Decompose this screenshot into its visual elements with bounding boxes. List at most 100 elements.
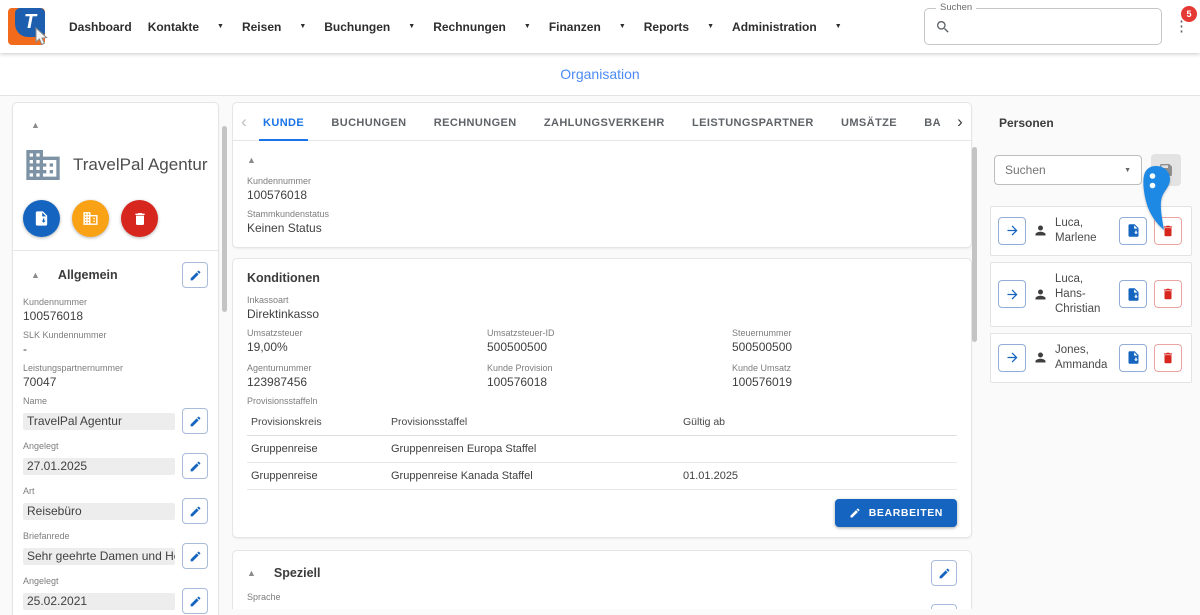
angelegt-input[interactable]: 27.01.2025 (23, 457, 175, 475)
chevron-down-icon[interactable]: ▼ (835, 23, 842, 30)
section-title-allgemein: Allgemein (57, 268, 118, 282)
personen-panel: Personen Suchen ▼ Luca, Marlene Luca, Ha… (985, 102, 1197, 615)
overflow-menu[interactable]: ⋮ 5 (1162, 0, 1200, 53)
organisation-name: TravelPal Agentur (73, 155, 208, 174)
person-row[interactable]: Luca, Hans-Christian (990, 261, 1192, 327)
person-row[interactable]: Jones, Ammanda (990, 332, 1192, 383)
column-header: Gültig ab (679, 409, 957, 436)
collapse-panel-icon[interactable]: ▲ (31, 120, 40, 130)
field-value: 100576018 (487, 375, 548, 389)
organisation-sidebar: ▲ TravelPal Agentur ▲ Allgemein Kundennu… (12, 102, 228, 615)
edit-art-button[interactable] (182, 498, 208, 524)
pencil-icon (190, 551, 200, 561)
person-document-button[interactable] (1119, 343, 1147, 372)
table-cell (679, 435, 957, 463)
edit-angelegt2-button[interactable] (182, 588, 208, 614)
chevron-down-icon[interactable]: ▼ (299, 23, 306, 30)
field-label: Angelegt (23, 441, 59, 451)
delete-person-button[interactable] (1154, 343, 1182, 372)
global-search-box[interactable]: Suchen (924, 2, 1162, 45)
menu-reisen[interactable]: Reisen (242, 20, 281, 34)
tab-umsaetze[interactable]: UMSÄTZE (833, 103, 905, 141)
angelegt2-input[interactable]: 25.02.2021 (23, 592, 175, 610)
menu-dashboard[interactable]: Dashboard (69, 20, 132, 34)
bearbeiten-button[interactable]: BEARBEITEN (834, 499, 957, 527)
field-label: Angelegt (23, 576, 59, 586)
open-person-button[interactable] (998, 343, 1026, 372)
field-value: 100576018 (247, 188, 308, 202)
tab-kunde[interactable]: KUNDE (255, 103, 312, 141)
field-label: Art (23, 486, 35, 496)
field-briefanrede: Briefanrede Sehr geehrte Damen und Herre… (13, 531, 218, 569)
field-value: 19,00% (247, 340, 288, 354)
tab-leistungspartner[interactable]: LEISTUNGSPARTNER (684, 103, 822, 141)
menu-kontakte[interactable]: Kontakte (148, 20, 199, 34)
arrow-right-icon (1007, 225, 1017, 236)
edit-briefanrede-button[interactable] (182, 543, 208, 569)
briefanrede-input[interactable]: Sehr geehrte Damen und Herren (23, 547, 175, 565)
chevron-down-icon: ▼ (1124, 166, 1131, 174)
main-menu: Dashboard Kontakte ▼ Reisen ▼ Buchungen … (61, 20, 852, 34)
chevron-down-icon[interactable]: ▼ (707, 23, 714, 30)
search-input[interactable] (951, 11, 1161, 42)
tab-ba-truncated[interactable]: BA (916, 103, 949, 141)
table-cell: Gruppenreise (247, 435, 387, 463)
delete-person-button[interactable] (1154, 280, 1182, 309)
table-header-row: Provisionskreis Provisionsstaffel Gültig… (247, 409, 957, 436)
table-cell: Gruppenreisen Europa Staffel (387, 435, 679, 463)
pencil-icon (190, 416, 200, 426)
new-document-button[interactable] (23, 200, 60, 237)
sprache-input[interactable]: de (247, 608, 924, 609)
menu-reports[interactable]: Reports (644, 20, 689, 34)
menu-administration[interactable]: Administration (732, 20, 817, 34)
page-title: Organisation (560, 66, 640, 82)
menu-buchungen[interactable]: Buchungen (324, 20, 390, 34)
edit-sprache-button[interactable] (931, 604, 957, 609)
person-name: Luca, Marlene (1055, 217, 1097, 244)
chevron-down-icon[interactable]: ▼ (217, 23, 224, 30)
delete-organisation-button[interactable] (121, 200, 158, 237)
organisation-button[interactable] (72, 200, 109, 237)
personen-search-placeholder: Suchen (1005, 163, 1046, 177)
document-icon (1128, 351, 1138, 364)
collapse-section-icon[interactable]: ▲ (31, 270, 40, 280)
field-kunde-umsatz: Kunde Umsatz 100576019 (732, 363, 957, 389)
main-scrollbar[interactable] (972, 147, 977, 342)
collapse-section-icon[interactable]: ▲ (247, 155, 256, 165)
sidebar-scrollbar[interactable] (222, 126, 227, 312)
field-steuernummer: Steuernummer 500500500 (732, 328, 957, 354)
edit-name-button[interactable] (182, 408, 208, 434)
provisionsstaffeln-label: Provisionsstaffeln (247, 396, 318, 406)
chevron-down-icon[interactable]: ▼ (619, 23, 626, 30)
field-value: 100576018 (23, 309, 84, 323)
menu-rechnungen[interactable]: Rechnungen (433, 20, 506, 34)
field-label: Name (23, 396, 48, 406)
chevron-down-icon[interactable]: ▼ (408, 23, 415, 30)
table-row[interactable]: Gruppenreise Gruppenreisen Europa Staffe… (247, 435, 957, 463)
field-slk-kundennummer: SLK Kundennummer - (13, 330, 218, 356)
field-label: Umsatzsteuer-ID (487, 328, 555, 338)
field-label: Inkassoart (247, 295, 289, 305)
edit-speziell-button[interactable] (931, 560, 957, 586)
top-navbar: T Dashboard Kontakte ▼ Reisen ▼ Buchunge… (0, 0, 1200, 53)
person-name: Luca, Hans-Christian (1055, 272, 1101, 315)
person-document-button[interactable] (1119, 280, 1147, 309)
menu-finanzen[interactable]: Finanzen (549, 20, 601, 34)
tab-rechnungen[interactable]: RECHNUNGEN (426, 103, 525, 141)
tab-scroll-left-icon[interactable]: ‹ (233, 103, 255, 141)
tab-scroll-right-icon[interactable]: › (949, 103, 971, 141)
personen-search-select[interactable]: Suchen ▼ (994, 155, 1142, 185)
table-row[interactable]: Gruppenreise Gruppenreise Kanada Staffel… (247, 462, 957, 490)
chevron-down-icon[interactable]: ▼ (524, 23, 531, 30)
open-person-button[interactable] (998, 280, 1026, 309)
field-value: 100576019 (732, 375, 793, 389)
tab-buchungen[interactable]: BUCHUNGEN (323, 103, 414, 141)
provisionsstaffeln-table: Provisionskreis Provisionsstaffel Gültig… (247, 409, 957, 490)
edit-angelegt-button[interactable] (182, 453, 208, 479)
collapse-section-icon[interactable]: ▲ (247, 568, 256, 578)
open-person-button[interactable] (998, 216, 1026, 245)
art-input[interactable]: Reisebüro (23, 502, 175, 520)
tab-zahlungsverkehr[interactable]: ZAHLUNGSVERKEHR (536, 103, 673, 141)
name-input[interactable]: TravelPal Agentur (23, 412, 175, 430)
edit-allgemein-button[interactable] (182, 262, 208, 288)
